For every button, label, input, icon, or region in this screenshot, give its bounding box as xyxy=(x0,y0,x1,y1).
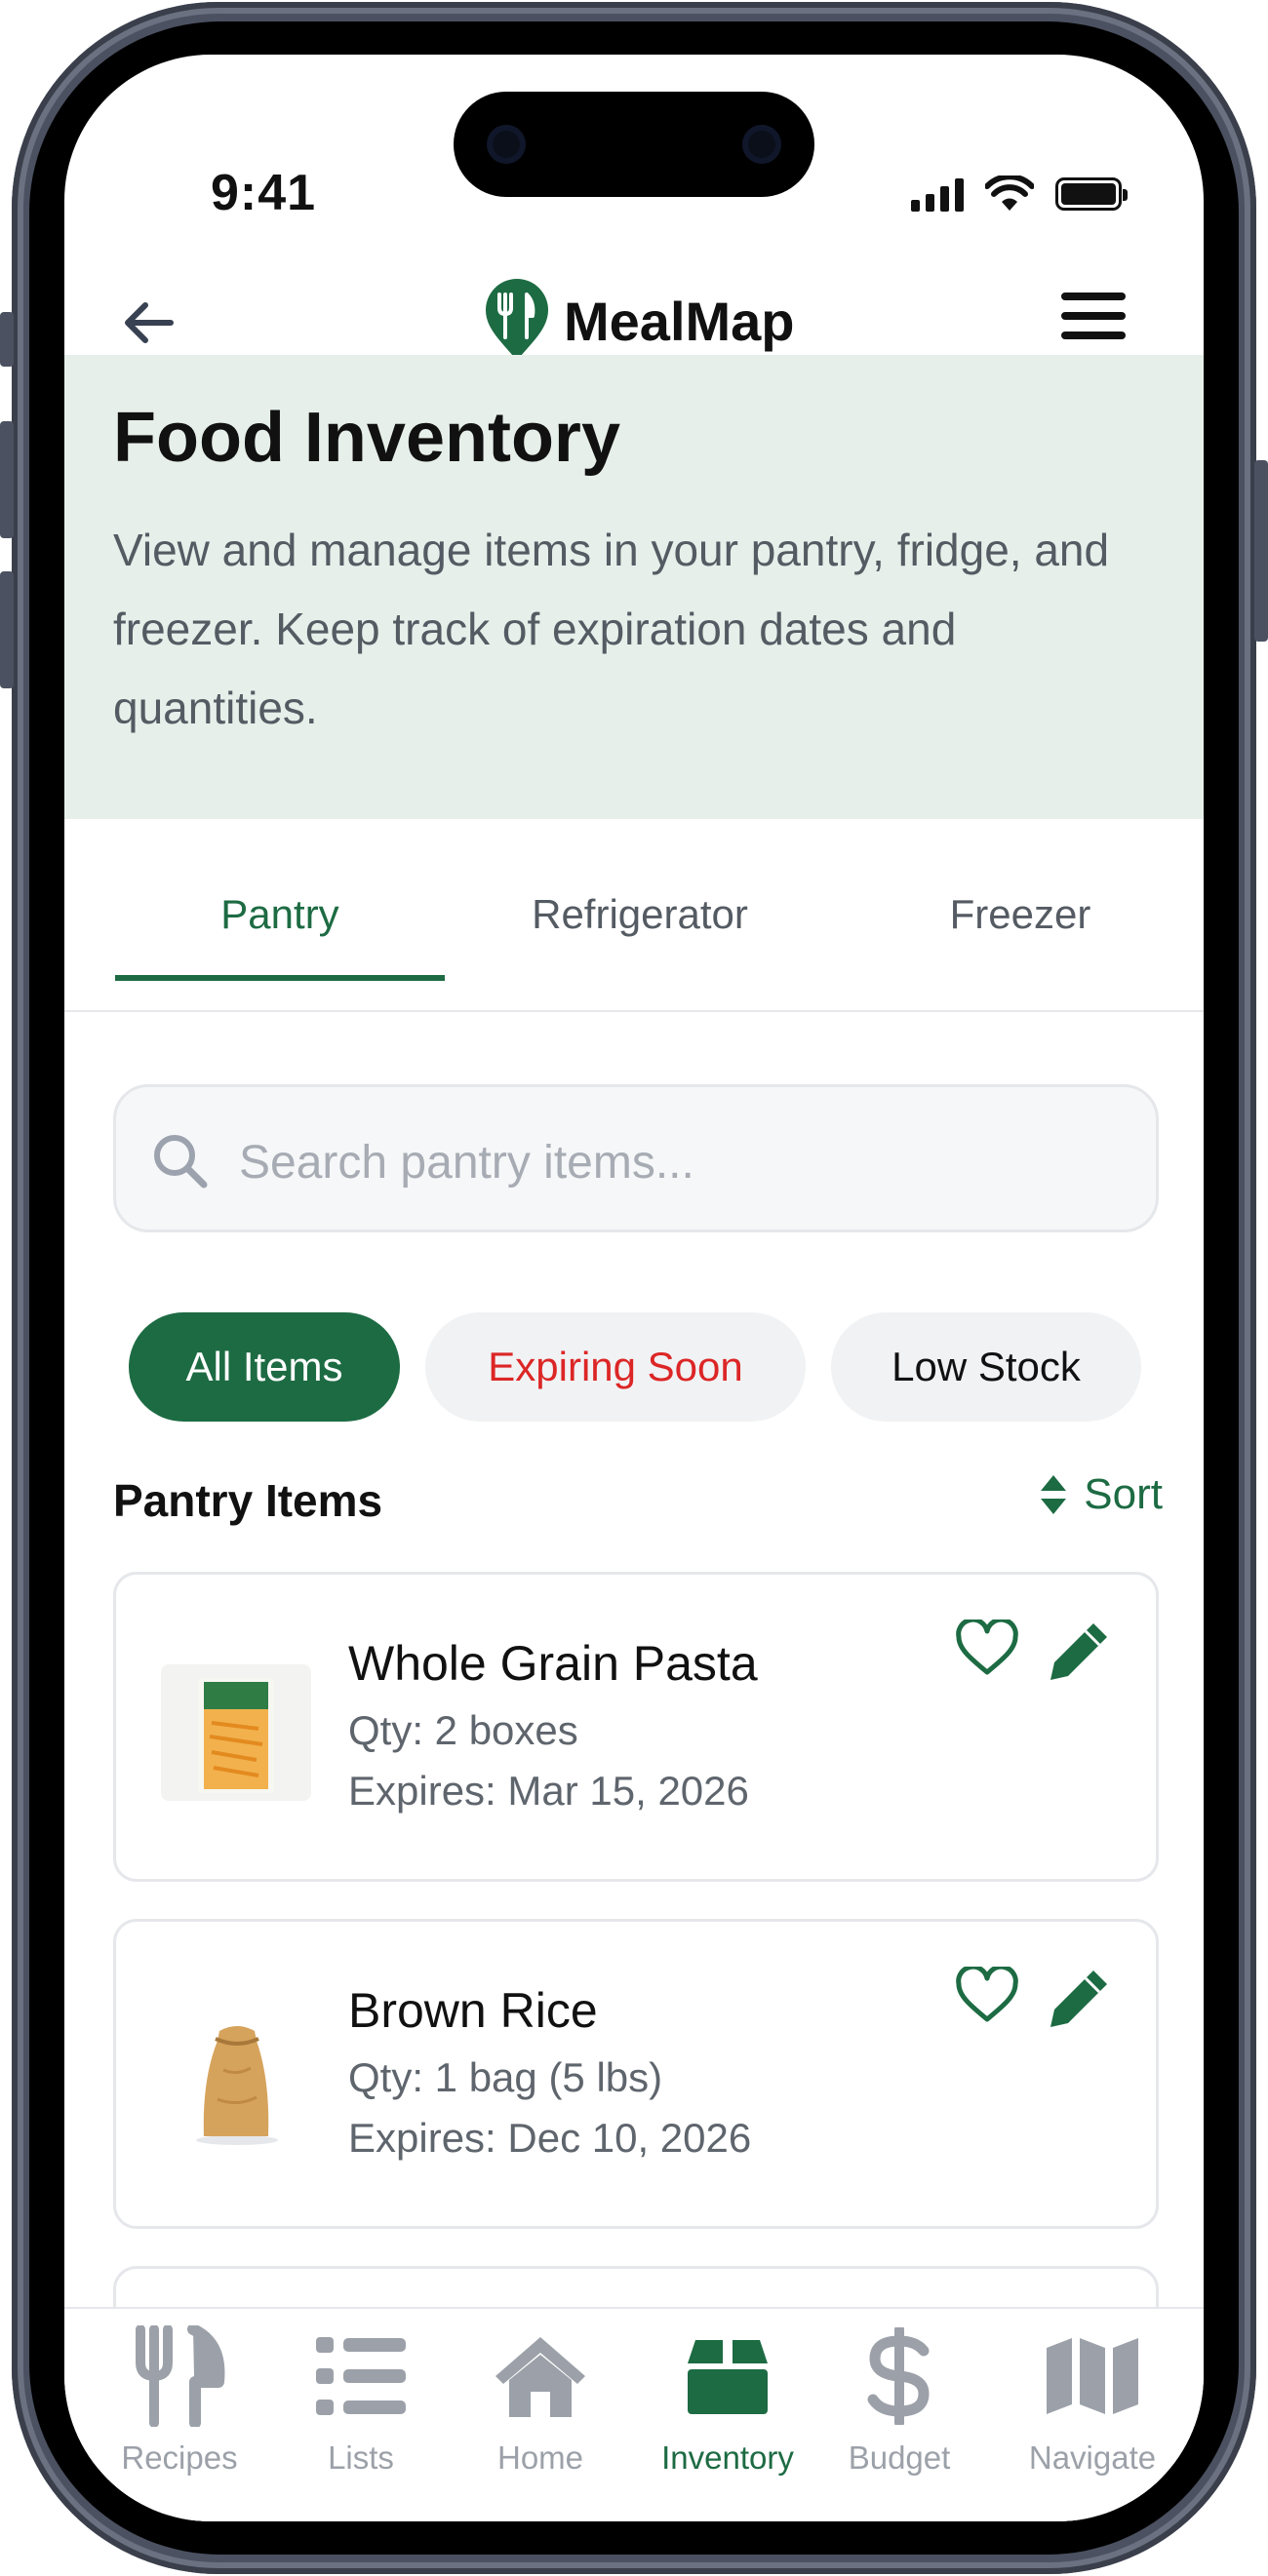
search-bar xyxy=(113,1084,1159,1232)
item-quantity: Qty: 1 bag (5 lbs) xyxy=(348,2054,663,2100)
pantry-item-card[interactable]: Brown Rice Qty: 1 bag (5 lbs) Expires: D… xyxy=(113,1919,1159,2229)
filter-all-items[interactable]: All Items xyxy=(129,1312,400,1422)
cellular-signal-icon xyxy=(911,176,964,212)
pasta-image xyxy=(161,1664,311,1801)
utensils-icon xyxy=(136,2325,225,2427)
arrow-left-icon xyxy=(125,302,174,343)
nav-inventory[interactable]: Inventory xyxy=(640,2322,815,2477)
item-name: Whole Grain Pasta xyxy=(348,1636,758,1691)
volume-up-button xyxy=(0,421,14,538)
list-icon xyxy=(316,2337,406,2415)
dynamic-island xyxy=(454,92,814,197)
sort-button[interactable]: Sort xyxy=(1039,1470,1163,1519)
nav-home-label: Home xyxy=(496,2439,584,2476)
bottom-navigation: Recipes Lists Home Inventory Budget Navi… xyxy=(64,2307,1204,2521)
page-description: View and manage items in your pantry, fr… xyxy=(113,525,1110,733)
back-button[interactable] xyxy=(113,289,181,357)
wifi-icon xyxy=(985,176,1034,211)
volume-down-button xyxy=(0,571,14,688)
search-input[interactable] xyxy=(237,1124,1119,1200)
nav-home[interactable]: Home xyxy=(453,2322,628,2477)
tab-freezer[interactable]: Freezer xyxy=(874,819,1167,1010)
heart-icon[interactable] xyxy=(955,1967,1019,2025)
search-icon xyxy=(154,1135,208,1189)
item-expiration: Expires: Mar 15, 2026 xyxy=(348,1768,749,1814)
box-icon xyxy=(688,2340,768,2414)
nav-lists[interactable]: Lists xyxy=(273,2322,449,2477)
pencil-icon[interactable] xyxy=(1047,1967,1111,2031)
nav-lists-label: Lists xyxy=(328,2439,394,2476)
sort-icon xyxy=(1041,1475,1067,1514)
item-quantity: Qty: 2 boxes xyxy=(348,1707,578,1753)
tab-pantry[interactable]: Pantry xyxy=(115,819,445,1010)
app-name: MealMap xyxy=(564,290,795,352)
app-logo: MealMap xyxy=(484,277,795,365)
section-title: Pantry Items xyxy=(113,1475,383,1526)
map-icon xyxy=(1047,2338,1138,2414)
battery-icon xyxy=(1055,177,1128,211)
status-time: 9:41 xyxy=(211,165,317,221)
utensils-pin-icon xyxy=(486,279,548,361)
nav-inventory-label: Inventory xyxy=(661,2439,794,2476)
nav-navigate[interactable]: Navigate xyxy=(1005,2322,1180,2477)
rice-bag-image xyxy=(161,2011,311,2148)
item-expiration: Expires: Dec 10, 2026 xyxy=(348,2115,752,2161)
pencil-icon[interactable] xyxy=(1047,1620,1111,1684)
nav-recipes-label: Recipes xyxy=(121,2439,238,2476)
app-screen: 9:41 MealMap Food Inventory View and man… xyxy=(64,55,1204,2521)
hamburger-menu-button[interactable] xyxy=(1061,287,1126,345)
heart-icon[interactable] xyxy=(955,1620,1019,1678)
status-icons xyxy=(911,170,1128,218)
nav-recipes[interactable]: Recipes xyxy=(92,2322,267,2477)
power-button xyxy=(1254,460,1268,642)
hero-section: Food Inventory View and manage items in … xyxy=(64,355,1204,819)
pantry-item-card[interactable]: Whole Grain Pasta Qty: 2 boxes Expires: … xyxy=(113,1572,1159,1882)
home-icon xyxy=(495,2337,585,2417)
action-button xyxy=(0,312,14,367)
nav-budget-label: Budget xyxy=(848,2439,951,2476)
nav-navigate-label: Navigate xyxy=(1028,2439,1157,2476)
dollar-icon xyxy=(867,2327,930,2425)
page-title: Food Inventory xyxy=(113,399,620,477)
active-tab-indicator xyxy=(115,975,445,981)
storage-tabs: Pantry Refrigerator Freezer xyxy=(64,819,1204,1012)
tab-refrigerator[interactable]: Refrigerator xyxy=(484,819,796,1010)
filter-low-stock[interactable]: Low Stock xyxy=(831,1312,1141,1422)
nav-budget[interactable]: Budget xyxy=(812,2322,987,2477)
sort-label: Sort xyxy=(1084,1470,1163,1518)
filter-expiring-soon[interactable]: Expiring Soon xyxy=(425,1312,806,1422)
item-name: Brown Rice xyxy=(348,1983,598,2038)
